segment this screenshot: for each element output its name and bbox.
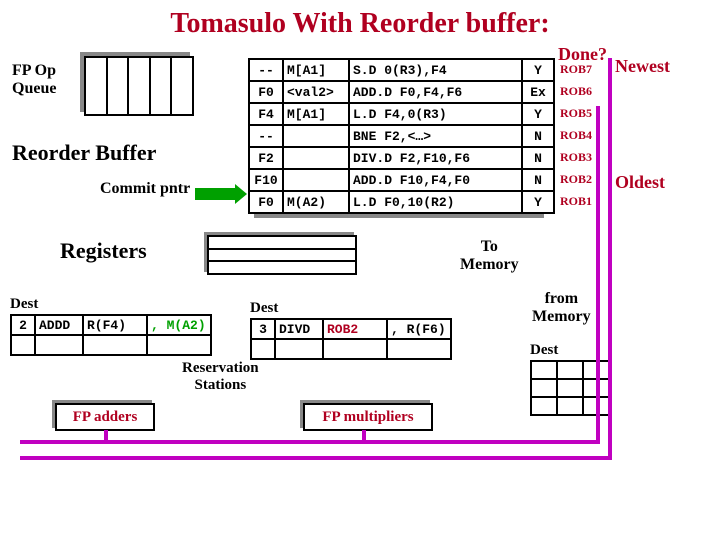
rob-tag: ROB6 <box>560 84 592 99</box>
newest-label: Newest <box>615 56 670 77</box>
oldest-label: Oldest <box>615 172 665 193</box>
rs-multiplier-table: 3DIVDROB2, R(F6) <box>250 318 452 360</box>
table-row: F2DIV.D F2,F10,F6N <box>249 147 554 169</box>
commit-pointer-label: Commit pntr <box>100 180 190 198</box>
rob-tag: ROB1 <box>560 194 592 209</box>
rs-adder-table: 2ADDDR(F4), M(A2) <box>10 314 212 356</box>
table-row: F0M(A2)L.D F0,10(R2)Y <box>249 191 554 213</box>
rob-tag: ROB3 <box>560 150 592 165</box>
cdb-bus <box>596 106 600 440</box>
cdb-bus <box>20 456 608 460</box>
register-file <box>204 232 354 272</box>
fp-op-queue-label: FP OpQueue <box>12 62 56 97</box>
dest-label: Dest <box>250 300 278 317</box>
registers-label: Registers <box>60 238 147 264</box>
from-memory-label: fromMemory <box>532 290 591 325</box>
commit-pointer-arrow <box>195 188 235 200</box>
table-row: --BNE F2,<…>N <box>249 125 554 147</box>
cdb-bus <box>362 430 366 444</box>
table-row: F10ADD.D F10,F4,F0N <box>249 169 554 191</box>
rob-tag: ROB4 <box>560 128 592 143</box>
rob-tag: ROB5 <box>560 106 592 121</box>
reservation-stations-label: ReservationStations <box>182 360 259 393</box>
fp-op-queue <box>80 52 190 112</box>
fp-adders-unit: FP adders <box>52 400 152 428</box>
to-memory-label: ToMemory <box>460 238 519 273</box>
table-row: F4M[A1]L.D F4,0(R3)Y <box>249 103 554 125</box>
rob-tag: ROB7 <box>560 62 592 77</box>
table-row: --M[A1]S.D 0(R3),F4Y <box>249 59 554 81</box>
rob-tag: ROB2 <box>560 172 592 187</box>
fp-multipliers-unit: FP multipliers <box>300 400 430 428</box>
cdb-bus <box>104 430 108 444</box>
reorder-buffer-label: Reorder Buffer <box>12 140 156 166</box>
dest-label: Dest <box>530 342 558 359</box>
cdb-bus <box>608 58 612 460</box>
dest-label: Dest <box>10 296 38 313</box>
reorder-buffer-table: --M[A1]S.D 0(R3),F4Y F0<val2>ADD.D F0,F4… <box>248 58 555 214</box>
page-title: Tomasulo With Reorder buffer: <box>10 8 710 40</box>
table-row: F0<val2>ADD.D F0,F4,F6Ex <box>249 81 554 103</box>
